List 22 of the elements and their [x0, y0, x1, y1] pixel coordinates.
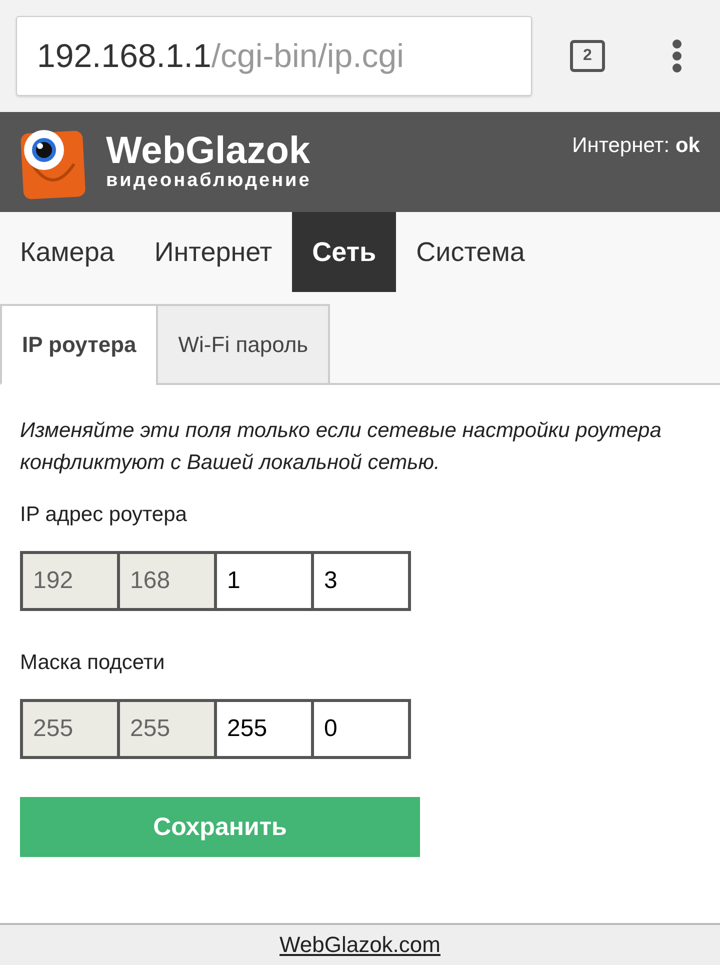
menu-icon[interactable] — [672, 39, 682, 73]
octet-field[interactable]: 3 — [311, 551, 411, 611]
address-bar[interactable]: 192.168.1.1/cgi-bin/ip.cgi — [16, 16, 532, 96]
octet-field[interactable]: 255 — [214, 699, 314, 759]
brand-tagline: видеонаблюдение — [106, 170, 312, 192]
brand-name: WebGlazok — [106, 132, 312, 170]
octet-field[interactable]: 0 — [311, 699, 411, 759]
internet-status: Интернет: ok — [572, 133, 700, 159]
nav-tab[interactable]: Система — [396, 212, 545, 292]
nav-tab[interactable]: Камера — [0, 212, 134, 292]
field-label: IP адрес роутера — [20, 503, 188, 527]
nav-tab[interactable]: Сеть — [292, 212, 396, 292]
tab-count-button[interactable]: 2 — [570, 40, 605, 72]
url-path: /cgi-bin/ip.cgi — [211, 37, 404, 75]
sub-tab[interactable]: Wi-Fi пароль — [156, 304, 330, 385]
octet-field[interactable]: 1 — [214, 551, 314, 611]
sub-tab[interactable]: IP роутера — [0, 304, 156, 385]
url-host: 192.168.1.1 — [37, 37, 212, 75]
nav-tab[interactable]: Интернет — [134, 212, 292, 292]
hint-text: Изменяйте эти поля только если сетевые настройки роутера конфликтуют с Вашей локальной сетью. — [20, 418, 662, 476]
footer-link[interactable]: WebGlazok.com — [280, 932, 440, 958]
field-label: Маска подсети — [20, 651, 166, 675]
